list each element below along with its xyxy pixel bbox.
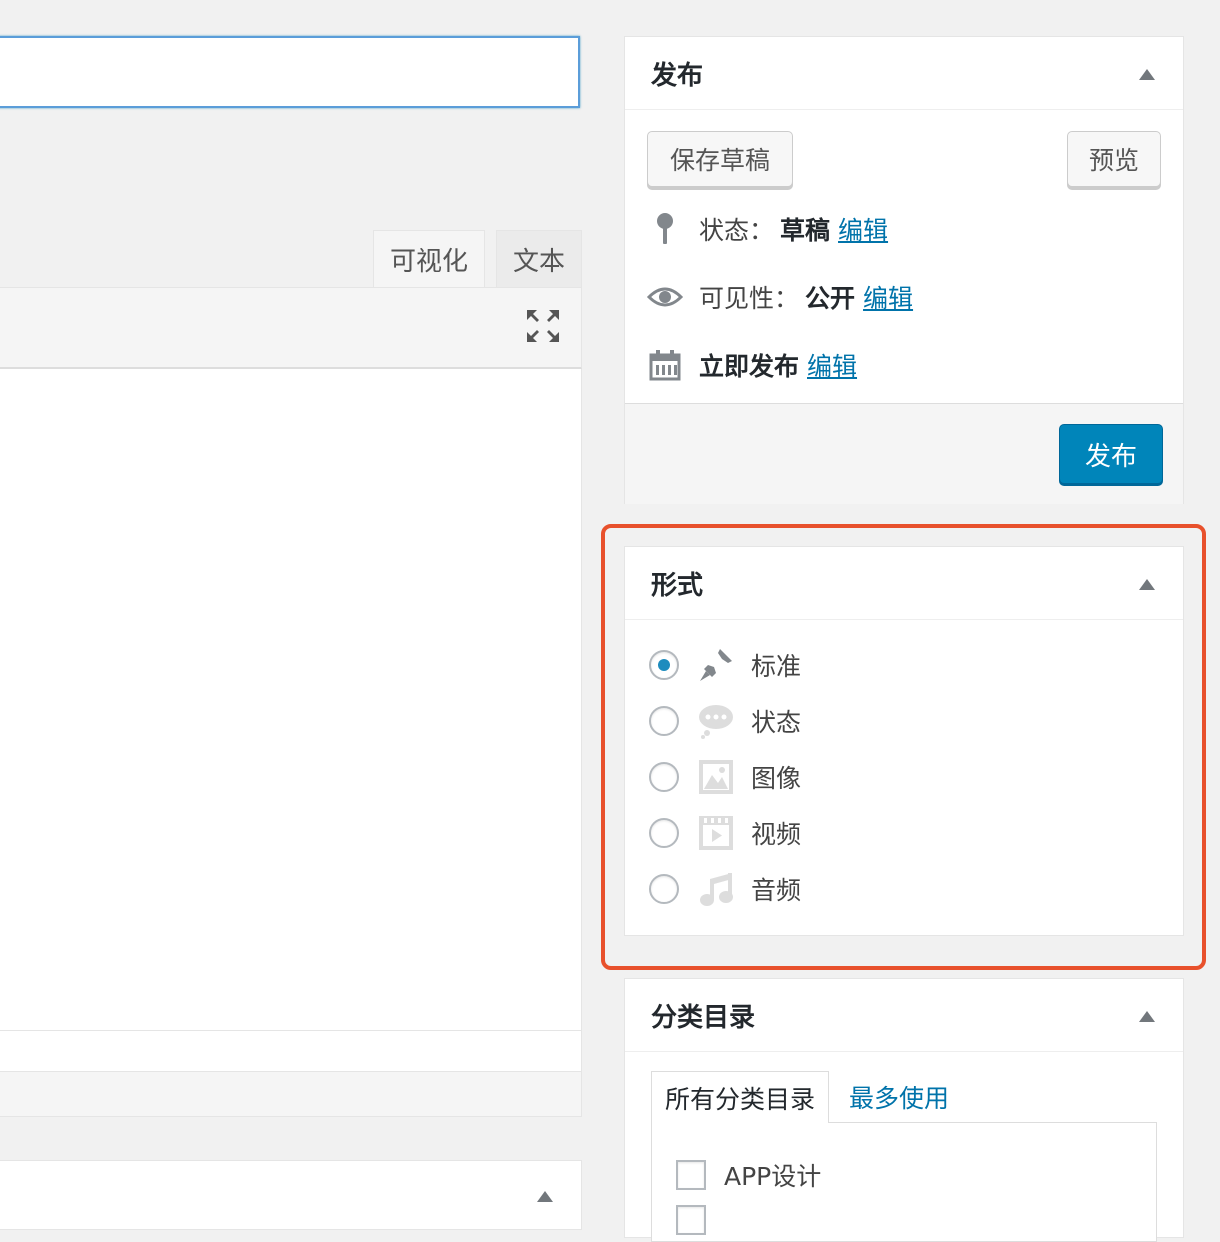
format-label: 标准 — [751, 652, 802, 681]
status-row: 状态： 草稿 编辑 — [647, 211, 888, 247]
format-label: 状态 — [751, 708, 802, 737]
schedule-row: 立即发布 编辑 — [647, 347, 857, 383]
image-icon — [697, 758, 735, 796]
tab-most-used[interactable]: 最多使用 — [849, 1071, 979, 1123]
toggle-arrow-icon[interactable] — [1139, 579, 1155, 590]
category-label: APP设计 — [724, 1162, 822, 1191]
radio-status[interactable] — [649, 706, 679, 736]
visibility-value: 公开 — [805, 284, 856, 313]
category-item[interactable]: APP设计 — [676, 1157, 821, 1193]
format-box-title: 形式 — [651, 570, 704, 601]
category-box: 分类目录 APP设计 所有分类目录 最多使用 — [624, 978, 1184, 1242]
editor-toolbar — [0, 287, 582, 369]
format-label: 视频 — [751, 820, 802, 849]
visibility-label: 可见性： — [699, 284, 800, 313]
radio-audio[interactable] — [649, 874, 679, 904]
category-checkbox[interactable] — [676, 1205, 706, 1235]
status-label: 状态： — [699, 216, 775, 245]
music-note-icon — [697, 870, 735, 908]
radio-video[interactable] — [649, 818, 679, 848]
editor-status-bar — [0, 1030, 582, 1072]
calendar-icon — [647, 347, 683, 383]
publish-box: 发布 保存草稿 预览 状态： 草稿 编辑 可见性： 公开 编辑 立即发布 编辑 … — [624, 36, 1184, 504]
publish-actions: 发布 — [625, 403, 1183, 504]
editor-footer — [0, 1071, 582, 1117]
chat-bubble-icon — [697, 702, 735, 740]
format-option-status[interactable]: 状态 — [649, 701, 801, 741]
category-box-header[interactable]: 分类目录 — [625, 979, 1183, 1052]
format-option-video[interactable]: 视频 — [649, 813, 801, 853]
format-box: 形式 标准 状态 图像 视频 音频 — [624, 546, 1184, 936]
edit-visibility-link[interactable]: 编辑 — [863, 279, 913, 315]
publish-box-header[interactable]: 发布 — [625, 37, 1183, 110]
video-icon — [697, 814, 735, 852]
format-label: 图像 — [751, 764, 802, 793]
lower-metabox — [0, 1160, 582, 1230]
category-checkbox[interactable] — [676, 1160, 706, 1190]
pushpin-icon — [697, 646, 735, 684]
status-value: 草稿 — [780, 216, 831, 245]
toggle-arrow-icon[interactable] — [1139, 1011, 1155, 1022]
tab-visual[interactable]: 可视化 — [373, 230, 485, 288]
category-item[interactable] — [676, 1205, 724, 1235]
category-box-title: 分类目录 — [651, 1002, 756, 1033]
edit-status-link[interactable]: 编辑 — [838, 211, 888, 247]
schedule-label: 立即发布 — [699, 352, 800, 381]
preview-button[interactable]: 预览 — [1067, 131, 1161, 187]
publish-button[interactable]: 发布 — [1059, 424, 1163, 484]
edit-schedule-link[interactable]: 编辑 — [807, 347, 857, 383]
radio-standard[interactable] — [649, 650, 679, 680]
radio-image[interactable] — [649, 762, 679, 792]
eye-icon — [647, 279, 683, 315]
format-box-header[interactable]: 形式 — [625, 547, 1183, 620]
toggle-arrow-icon[interactable] — [1139, 69, 1155, 80]
toggle-arrow-icon[interactable] — [537, 1191, 553, 1202]
editor-content-area[interactable] — [0, 369, 582, 1031]
tab-text[interactable]: 文本 — [496, 230, 582, 288]
category-checklist: APP设计 — [651, 1122, 1157, 1242]
format-option-audio[interactable]: 音频 — [649, 869, 801, 909]
publish-box-title: 发布 — [651, 60, 704, 91]
post-title-input[interactable] — [0, 36, 580, 108]
format-option-image[interactable]: 图像 — [649, 757, 801, 797]
pin-icon — [647, 211, 683, 247]
format-option-standard[interactable]: 标准 — [649, 645, 801, 685]
fullscreen-icon[interactable] — [525, 308, 561, 344]
save-draft-button[interactable]: 保存草稿 — [647, 131, 793, 187]
visibility-row: 可见性： 公开 编辑 — [647, 279, 913, 315]
tab-all-categories[interactable]: 所有分类目录 — [651, 1071, 829, 1123]
format-label: 音频 — [751, 876, 802, 905]
